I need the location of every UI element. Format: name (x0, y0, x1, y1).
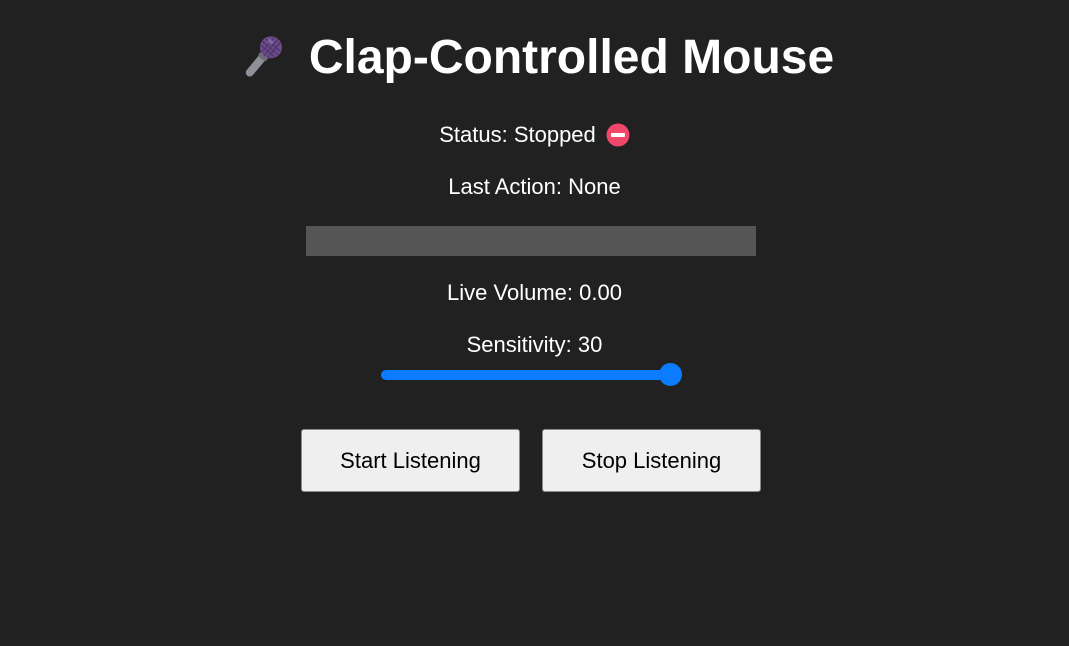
start-listening-button[interactable]: Start Listening (301, 429, 520, 492)
stop-listening-button[interactable]: Stop Listening (542, 429, 761, 492)
slider-track[interactable] (381, 370, 671, 380)
live-volume-text: Live Volume: 0.00 (447, 280, 622, 305)
sensitivity-slider[interactable] (381, 363, 682, 387)
app-window: Clap-Controlled Mouse Status: Stopped La… (0, 0, 1069, 646)
last-action-text: Last Action: None (448, 174, 621, 199)
header: Clap-Controlled Mouse (0, 30, 1069, 85)
status-text: Status: Stopped (439, 122, 596, 147)
no-entry-icon (606, 123, 630, 147)
sensitivity-label: Sensitivity: 30 (466, 332, 603, 357)
volume-meter (306, 226, 756, 256)
slider-thumb[interactable] (659, 363, 682, 386)
status-row: Status: Stopped (0, 122, 1069, 148)
page-title: Clap-Controlled Mouse (308, 31, 835, 84)
microphone-icon (235, 31, 289, 85)
